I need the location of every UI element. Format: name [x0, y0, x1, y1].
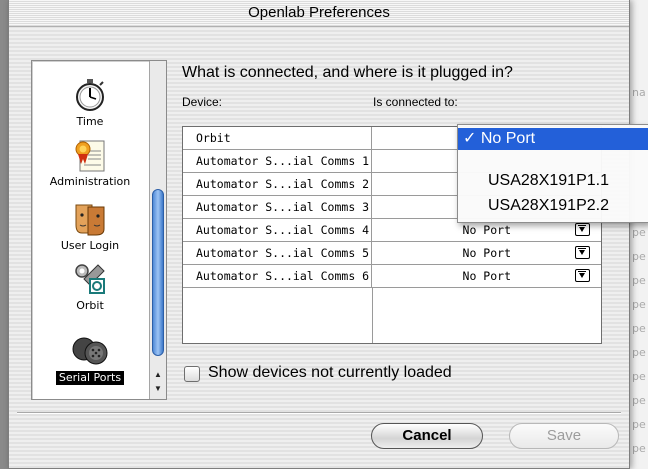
serial-port-icon: [72, 337, 108, 365]
device-name: Automator S...ial Comms 4: [183, 219, 372, 241]
sidebar-item-label: Serial Ports: [55, 371, 125, 385]
stopwatch-icon: [76, 79, 104, 111]
sidebar-scrollbar[interactable]: ▲ ▼: [149, 61, 166, 399]
port-value: No Port: [462, 246, 511, 260]
window-title: Openlab Preferences: [248, 4, 390, 21]
sidebar-item-administration[interactable]: Administration: [32, 137, 148, 189]
sidebar-item-orbit[interactable]: Orbit: [32, 261, 148, 313]
port-dropdown-menu: ✓ No Port USA28X191P1.1 USA28X191P2.2: [457, 124, 648, 223]
device-name: Automator S...ial Comms 5: [183, 242, 372, 264]
sidebar-item-label: Time: [76, 115, 104, 128]
sidebar-item-label: Orbit: [76, 299, 104, 312]
port-popup-button[interactable]: [575, 269, 590, 282]
device-name: Orbit: [183, 127, 372, 149]
user-faces-icon: [75, 204, 105, 236]
scrollbar-thumb[interactable]: [152, 189, 164, 356]
menu-item-usa28x191p1[interactable]: USA28X191P1.1: [458, 170, 648, 192]
table-row[interactable]: Automator S...ial Comms 5 No Port: [183, 242, 601, 265]
separator: [17, 412, 621, 414]
cancel-button[interactable]: Cancel: [371, 423, 483, 449]
device-name: Automator S...ial Comms 2: [183, 173, 372, 195]
sidebar-item-label: User Login: [60, 239, 120, 252]
preferences-window: Openlab Preferences Time Administration …: [8, 0, 648, 469]
certificate-icon: [75, 140, 105, 172]
title-bar[interactable]: Openlab Preferences: [9, 0, 629, 27]
scroll-up-arrow-icon[interactable]: ▲: [150, 368, 166, 382]
menu-item-usa28x191p2[interactable]: USA28X191P2.2: [458, 195, 648, 217]
tools-icon: [75, 264, 105, 294]
connected-column-header: Is connected to:: [373, 95, 458, 109]
table-row[interactable]: Automator S...ial Comms 6 No Port: [183, 265, 601, 288]
column-divider: [372, 288, 373, 343]
device-name: Automator S...ial Comms 6: [183, 265, 372, 287]
device-column-header: Device:: [182, 95, 223, 109]
device-name: Automator S...ial Comms 1: [183, 150, 372, 172]
port-popup-button[interactable]: [575, 223, 590, 236]
sidebar-item-serial-ports[interactable]: Serial Ports: [32, 333, 148, 385]
checkbox-label: Show devices not currently loaded: [208, 364, 452, 381]
category-sidebar[interactable]: Time Administration User Login Orbit Ser…: [31, 60, 167, 400]
panel-heading: What is connected, and where is it plugg…: [182, 64, 513, 81]
sidebar-item-label: Administration: [49, 175, 131, 188]
device-name: Automator S...ial Comms 3: [183, 196, 372, 218]
port-popup-button[interactable]: [575, 246, 590, 259]
menu-item-no-port[interactable]: ✓ No Port: [458, 128, 648, 150]
show-devices-checkbox[interactable]: [184, 366, 200, 382]
scroll-down-arrow-icon[interactable]: ▼: [150, 382, 166, 396]
save-button[interactable]: Save: [509, 423, 619, 449]
sidebar-item-user-login[interactable]: User Login: [32, 201, 148, 253]
port-value: No Port: [462, 269, 511, 283]
sidebar-item-time[interactable]: Time: [32, 77, 148, 129]
